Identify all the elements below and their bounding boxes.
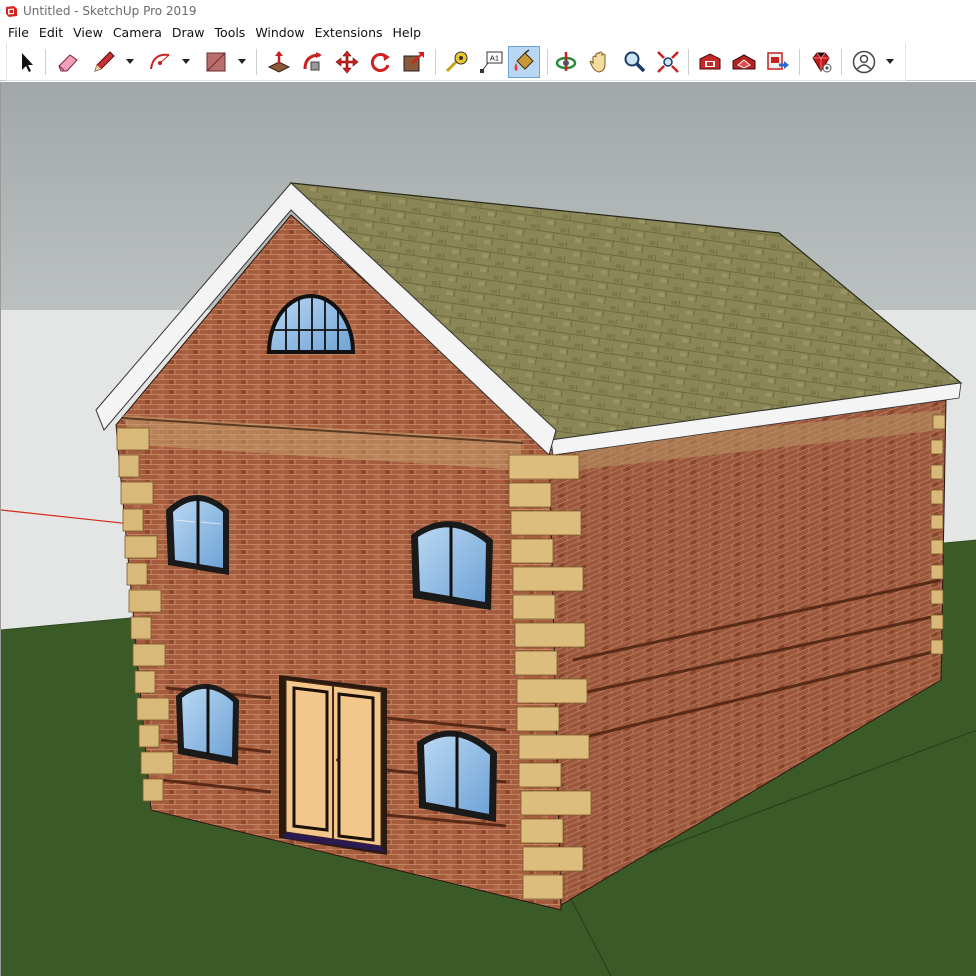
- scale-tool[interactable]: [398, 46, 430, 78]
- extension-manager-button[interactable]: [805, 46, 837, 78]
- arrow-cursor-icon: [22, 53, 33, 72]
- eraser-tool[interactable]: [52, 46, 84, 78]
- follow-me-tool[interactable]: [297, 46, 329, 78]
- user-account-icon: [852, 50, 876, 74]
- hand-icon: [589, 51, 606, 73]
- tape-measure-icon: [445, 51, 468, 73]
- chevron-down-icon[interactable]: [180, 55, 192, 67]
- menu-window[interactable]: Window: [250, 22, 309, 43]
- paint-bucket-tool[interactable]: [508, 46, 540, 78]
- 3d-warehouse-button[interactable]: [694, 46, 726, 78]
- orbit-tool[interactable]: [550, 46, 582, 78]
- menu-bar: File Edit View Camera Draw Tools Window …: [0, 22, 976, 43]
- toolbar-separator: [841, 49, 842, 75]
- magnifier-icon: [624, 51, 646, 73]
- title-bar: Untitled - SketchUp Pro 2019: [0, 0, 976, 22]
- toolbar-separator: [256, 49, 257, 75]
- rectangle-tool[interactable]: [200, 46, 232, 78]
- chevron-down-icon[interactable]: [124, 55, 136, 67]
- window-lower-right: [417, 730, 497, 822]
- arc-icon: [150, 53, 170, 70]
- follow-me-icon: [303, 52, 322, 71]
- toolbar-separator: [45, 49, 46, 75]
- orbit-icon: [555, 52, 577, 71]
- model-viewport[interactable]: [0, 82, 976, 976]
- arc-tool[interactable]: [144, 46, 176, 78]
- push-pull-icon: [267, 51, 291, 73]
- menu-edit[interactable]: Edit: [34, 22, 68, 43]
- rotate-icon: [370, 53, 390, 72]
- text-tool[interactable]: A1: [475, 46, 507, 78]
- sketchup-logo-icon: [6, 5, 17, 17]
- extension-warehouse-icon: [732, 54, 756, 70]
- front-door: [279, 675, 387, 855]
- window-upper-right: [411, 521, 493, 610]
- zoom-extents-tool[interactable]: [652, 46, 684, 78]
- zoom-tool[interactable]: [618, 46, 650, 78]
- eraser-icon: [58, 54, 78, 72]
- chevron-down-icon[interactable]: [236, 55, 248, 67]
- scene-canvas: [1, 82, 976, 976]
- chevron-down-icon[interactable]: [884, 55, 896, 67]
- paint-bucket-icon: [514, 49, 534, 71]
- menu-file[interactable]: File: [3, 22, 34, 43]
- window-lower-left: [176, 683, 239, 765]
- line-tool[interactable]: [88, 46, 120, 78]
- window-upper-left: [166, 495, 229, 575]
- menu-help[interactable]: Help: [388, 22, 427, 43]
- extension-warehouse-button[interactable]: [728, 46, 760, 78]
- ruby-gem-icon: [812, 52, 832, 73]
- toolbar-separator: [799, 49, 800, 75]
- send-to-layout-button[interactable]: [762, 46, 794, 78]
- move-tool[interactable]: [331, 46, 363, 78]
- pencil-icon: [94, 51, 115, 72]
- toolbar: A1: [0, 43, 976, 81]
- text-label-icon: A1: [480, 51, 503, 73]
- toolbar-separator: [547, 49, 548, 75]
- account-button[interactable]: [848, 46, 880, 78]
- pan-tool[interactable]: [584, 46, 616, 78]
- select-tool[interactable]: [11, 46, 43, 78]
- tape-measure-tool[interactable]: [441, 46, 473, 78]
- layout-icon: [767, 52, 789, 70]
- warehouse-icon: [699, 53, 721, 70]
- menu-view[interactable]: View: [68, 22, 108, 43]
- toolbar-separator: [688, 49, 689, 75]
- scale-icon: [403, 52, 424, 72]
- push-pull-tool[interactable]: [263, 46, 295, 78]
- window-title: Untitled - SketchUp Pro 2019: [23, 4, 197, 18]
- menu-camera[interactable]: Camera: [108, 22, 167, 43]
- zoom-extents-icon: [657, 51, 679, 73]
- menu-extensions[interactable]: Extensions: [310, 22, 388, 43]
- rectangle-icon: [206, 52, 226, 72]
- svg-text:A1: A1: [490, 54, 499, 63]
- menu-draw[interactable]: Draw: [167, 22, 210, 43]
- menu-tools[interactable]: Tools: [210, 22, 251, 43]
- rotate-tool[interactable]: [364, 46, 396, 78]
- toolbar-separator: [435, 49, 436, 75]
- move-arrows-icon: [335, 50, 359, 74]
